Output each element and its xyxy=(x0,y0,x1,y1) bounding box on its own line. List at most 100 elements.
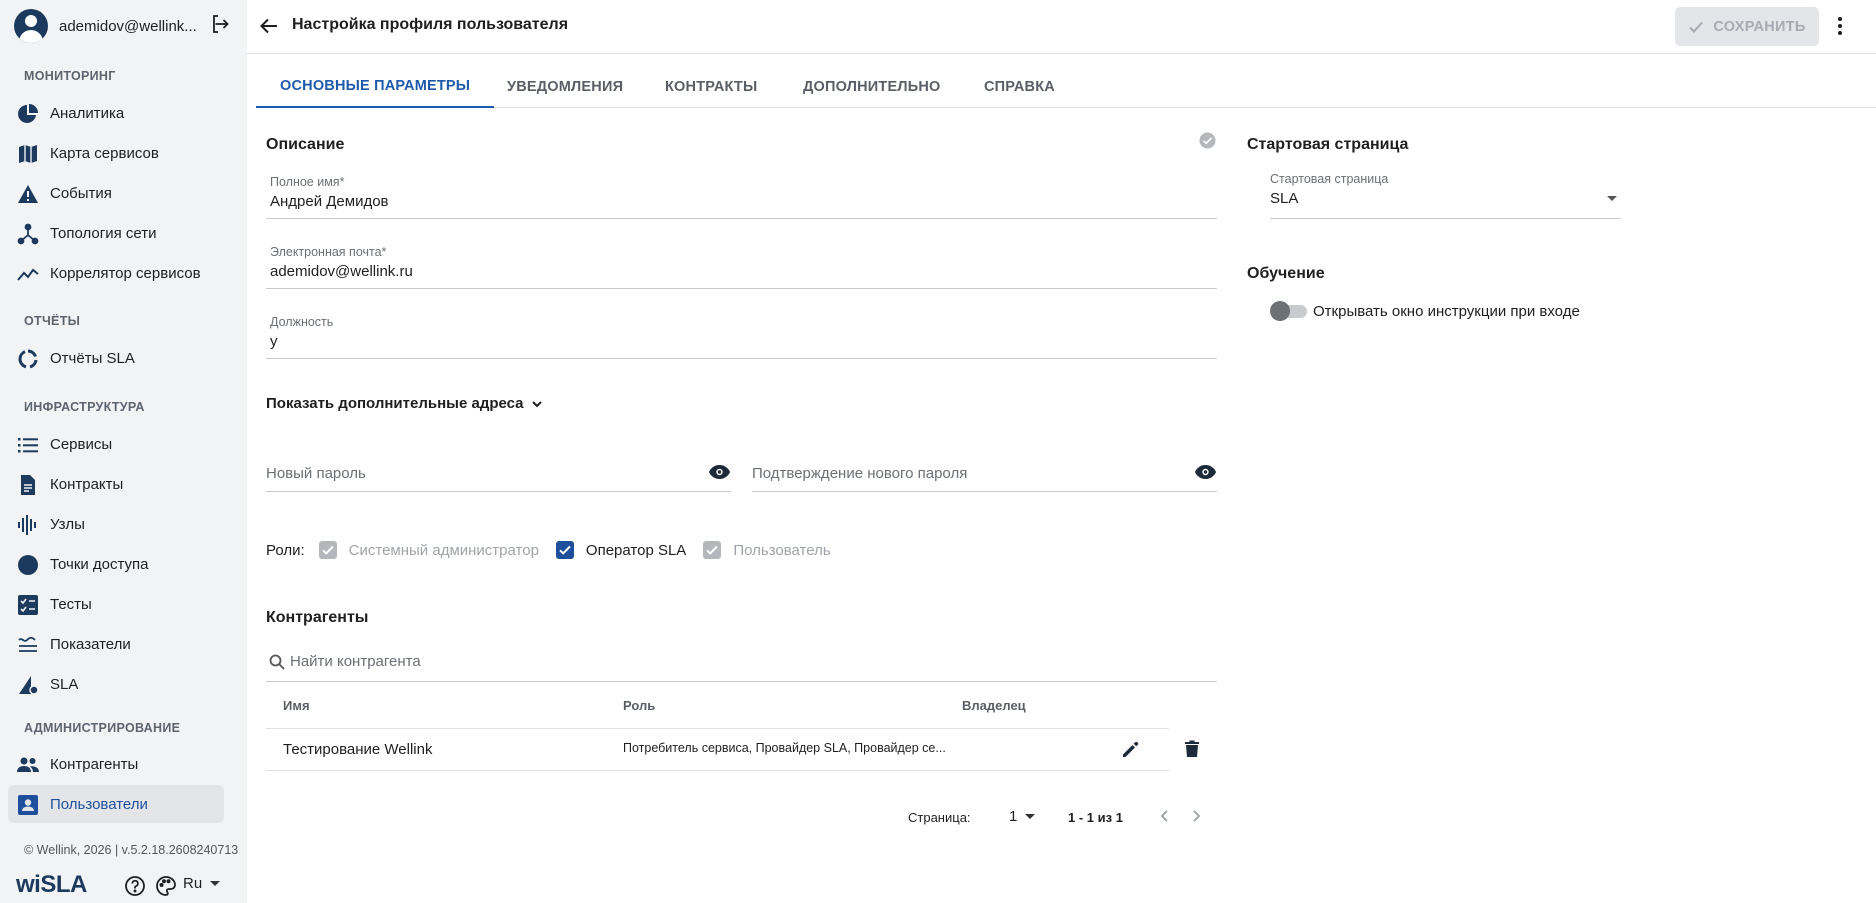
sidebar-item-sla-reports[interactable]: Отчёты SLA xyxy=(8,339,224,377)
role-user-label: Пользователь xyxy=(733,541,831,559)
avatar-icon xyxy=(14,9,48,43)
role-sla-operator-checkbox[interactable] xyxy=(555,541,574,559)
start-page-label: Стартовая страница xyxy=(1270,172,1389,186)
save-button[interactable]: СОХРАНИТЬ xyxy=(1675,7,1819,46)
topology-icon xyxy=(17,223,39,245)
position-label: Должность xyxy=(270,315,334,329)
sidebar-item-contracts[interactable]: Контракты xyxy=(8,465,224,503)
palette-icon[interactable] xyxy=(155,875,177,897)
full-name-field[interactable]: Полное имя* Андрей Демидов xyxy=(266,175,1217,219)
role-user-checkbox[interactable] xyxy=(703,541,722,559)
show-more-addresses-label: Показать дополнительные адреса xyxy=(266,395,524,412)
tab-contracts[interactable]: КОНТРАКТЫ xyxy=(641,66,781,108)
full-name-value: Андрей Демидов xyxy=(270,193,389,210)
role-sla-operator-label: Оператор SLA xyxy=(585,541,687,559)
list-icon xyxy=(17,434,39,456)
sidebar-item-analytics[interactable]: Аналитика xyxy=(8,94,224,132)
sidebar-item-correlator[interactable]: Коррелятор сервисов xyxy=(8,254,224,292)
more-menu-icon[interactable] xyxy=(1837,16,1843,36)
new-password-field[interactable]: Новый пароль xyxy=(266,458,731,492)
user-profile[interactable]: ademidov@wellink... xyxy=(14,8,239,44)
logout-icon[interactable] xyxy=(211,14,231,34)
chevron-down-icon xyxy=(210,881,221,886)
confirm-password-field[interactable]: Подтверждение нового пароля xyxy=(752,458,1217,492)
sidebar-item-metrics[interactable]: Показатели xyxy=(8,625,224,663)
sidebar-item-tests[interactable]: Тесты xyxy=(8,585,224,623)
tab-help[interactable]: СПРАВКА xyxy=(960,66,1079,108)
tab-additional[interactable]: ДОПОЛНИТЕЛЬНО xyxy=(779,66,965,108)
column-header-name[interactable]: Имя xyxy=(283,698,310,713)
user-card-icon xyxy=(17,794,39,816)
sidebar-item-sla[interactable]: SLA xyxy=(8,665,224,703)
sidebar-item-label: Аналитика xyxy=(50,104,125,122)
role-sysadmin-checkbox[interactable] xyxy=(318,541,337,559)
table-row[interactable]: Тестирование Wellink Потребитель сервиса… xyxy=(266,729,1169,771)
tab-notifications[interactable]: УВЕДОМЛЕНИЯ xyxy=(483,66,647,108)
pie-chart-icon xyxy=(17,103,39,125)
row-role: Потребитель сервиса, Провайдер SLA, Пров… xyxy=(623,741,946,755)
logo: wiSLA xyxy=(16,871,87,898)
sidebar-item-label: Точки доступа xyxy=(50,555,149,573)
sidebar: ademidov@wellink... МОНИТОРИНГ Аналитика… xyxy=(0,0,247,903)
page-title: Настройка профиля пользователя xyxy=(292,16,569,33)
eye-icon[interactable] xyxy=(708,464,731,480)
sidebar-item-events[interactable]: События xyxy=(8,174,224,212)
sidebar-item-label: Пользователи xyxy=(50,795,148,813)
language-select[interactable]: Ru xyxy=(183,875,221,892)
section-title-infrastructure: ИНФРАСТРУКТУРА xyxy=(24,400,145,414)
back-arrow-icon[interactable] xyxy=(258,15,280,37)
sidebar-item-label: Тесты xyxy=(50,595,92,613)
pager-range: 1 - 1 из 1 xyxy=(1068,810,1123,825)
sidebar-item-users[interactable]: Пользователи xyxy=(8,785,224,823)
instruction-window-toggle[interactable]: Открывать окно инструкции при входе xyxy=(1270,300,1580,322)
page-select[interactable]: 1 xyxy=(1009,808,1036,825)
sidebar-item-service-map[interactable]: Карта сервисов xyxy=(8,134,224,172)
column-header-owner[interactable]: Владелец xyxy=(962,698,1026,713)
counterparty-search-input[interactable]: Найти контрагента xyxy=(266,648,1217,682)
toggle-switch[interactable] xyxy=(1270,300,1307,322)
show-more-addresses-button[interactable]: Показать дополнительные адреса xyxy=(266,395,544,412)
sidebar-item-counterparties[interactable]: Контрагенты xyxy=(8,745,224,783)
help-icon[interactable] xyxy=(124,875,146,897)
trend-icon xyxy=(17,263,39,285)
email-field[interactable]: Электронная почта* ademidov@wellink.ru xyxy=(266,245,1217,289)
chevron-down-icon xyxy=(1025,814,1036,819)
sidebar-item-services[interactable]: Сервисы xyxy=(8,425,224,463)
sidebar-item-label: События xyxy=(50,184,112,202)
column-header-role[interactable]: Роль xyxy=(623,698,655,713)
sla-icon xyxy=(17,674,39,696)
tab-bar: ОСНОВНЫЕ ПАРАМЕТРЫ УВЕДОМЛЕНИЯ КОНТРАКТЫ… xyxy=(256,66,1876,108)
search-icon xyxy=(269,654,285,670)
people-icon xyxy=(17,754,39,776)
next-page-icon[interactable] xyxy=(1188,808,1204,824)
eye-icon[interactable] xyxy=(1194,464,1217,480)
toggle-label: Открывать окно инструкции при входе xyxy=(1313,302,1580,320)
map-icon xyxy=(17,143,39,165)
sidebar-item-label: Сервисы xyxy=(50,435,113,453)
dropdown-arrow-icon xyxy=(1607,196,1617,201)
save-button-label: СОХРАНИТЬ xyxy=(1713,18,1806,35)
table-header: Имя Роль Владелец xyxy=(266,692,1169,729)
sidebar-item-label: Коррелятор сервисов xyxy=(50,264,201,282)
sidebar-item-nodes[interactable]: Узлы xyxy=(8,505,224,543)
position-field[interactable]: Должность у xyxy=(266,315,1217,359)
sidebar-item-label: Контракты xyxy=(50,475,124,493)
new-password-placeholder: Новый пароль xyxy=(266,465,366,482)
delete-icon[interactable] xyxy=(1184,740,1200,758)
roles-label: Роли: xyxy=(266,541,305,559)
document-icon xyxy=(17,474,39,496)
metrics-icon xyxy=(17,634,39,656)
bars-icon xyxy=(17,514,39,536)
donut-icon xyxy=(17,348,39,370)
sidebar-item-topology[interactable]: Топология сети xyxy=(8,214,224,252)
start-page-select[interactable]: Стартовая страница SLA xyxy=(1270,172,1621,219)
sidebar-item-access-points[interactable]: Точки доступа xyxy=(8,545,224,583)
sidebar-item-label: Карта сервисов xyxy=(50,144,159,162)
edit-icon[interactable] xyxy=(1121,739,1141,759)
page-number: 1 xyxy=(1009,808,1018,825)
prev-page-icon[interactable] xyxy=(1157,808,1173,824)
training-title: Обучение xyxy=(1247,265,1325,282)
section-title-reports: ОТЧЁТЫ xyxy=(24,314,81,328)
tab-main-params[interactable]: ОСНОВНЫЕ ПАРАМЕТРЫ xyxy=(256,66,495,108)
sidebar-item-label: Контрагенты xyxy=(50,755,139,773)
